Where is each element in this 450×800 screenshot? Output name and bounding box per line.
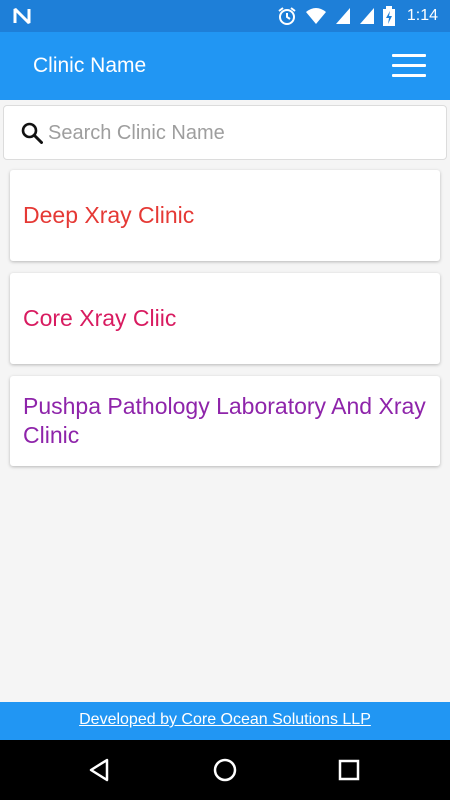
status-time: 1:14 <box>406 7 438 24</box>
page-title: Clinic Name <box>33 54 147 77</box>
clinic-name: Pushpa Pathology Laboratory And Xray Cli… <box>23 393 426 448</box>
wifi-icon <box>305 8 326 24</box>
alarm-icon <box>278 7 296 25</box>
developer-link[interactable]: Developed by Core Ocean Solutions LLP <box>79 711 371 729</box>
list-item[interactable]: Core Xray Cliic <box>10 273 440 364</box>
signal-icon <box>335 8 350 24</box>
n-logo-icon <box>13 7 31 25</box>
home-icon[interactable] <box>210 755 240 785</box>
clinic-name: Core Xray Cliic <box>23 305 177 331</box>
list-item[interactable]: Pushpa Pathology Laboratory And Xray Cli… <box>10 376 440 466</box>
status-icons: 1:14 <box>277 0 438 32</box>
app-bar: Clinic Name <box>0 32 450 100</box>
search-icon <box>21 122 43 144</box>
battery-charging-icon <box>382 6 395 26</box>
navigation-bar <box>0 740 450 800</box>
status-bar: 1:14 <box>0 0 450 32</box>
recents-icon[interactable] <box>334 755 364 785</box>
clinic-name: Deep Xray Clinic <box>23 202 195 228</box>
back-icon[interactable] <box>85 755 115 785</box>
signal-icon <box>359 8 374 24</box>
footer: Developed by Core Ocean Solutions LLP <box>0 702 450 740</box>
search-input[interactable] <box>48 116 428 150</box>
hamburger-menu-icon[interactable] <box>392 52 428 80</box>
list-item[interactable]: Deep Xray Clinic <box>10 170 440 261</box>
clinic-list: Deep Xray Clinic Core Xray Cliic Pushpa … <box>10 170 440 478</box>
search-bar <box>3 105 447 160</box>
